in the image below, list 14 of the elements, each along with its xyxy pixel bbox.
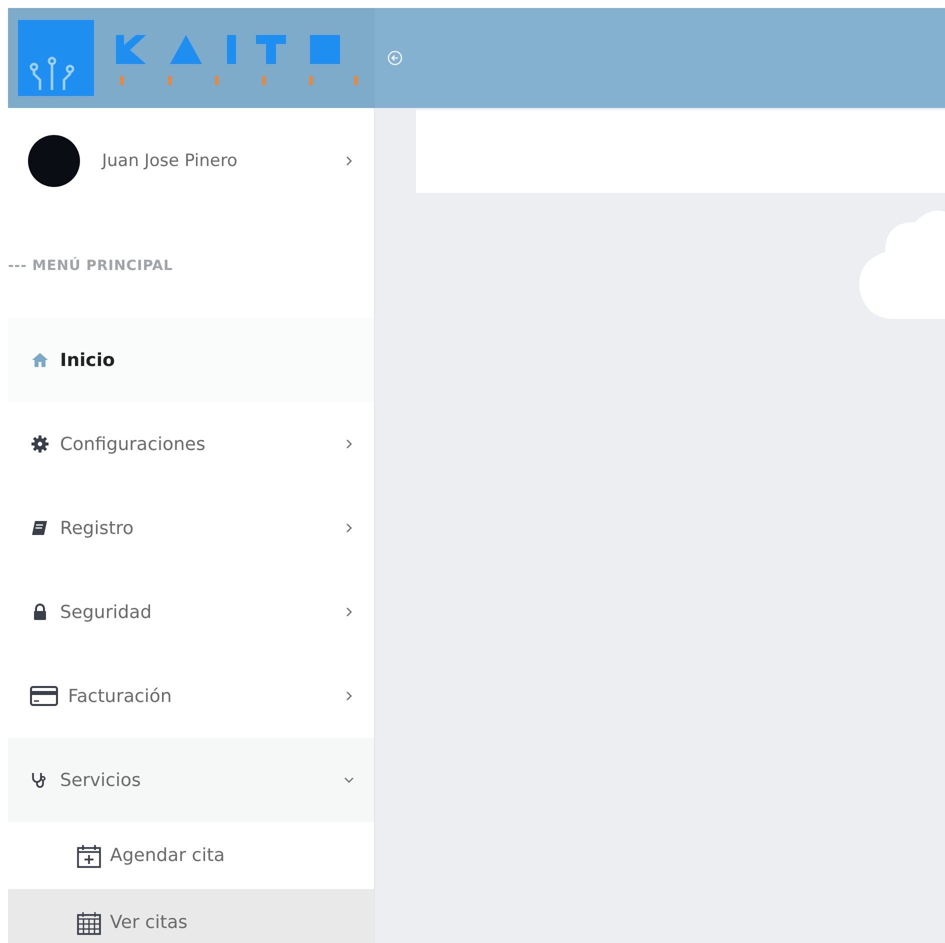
submenu-item[interactable]: Ver citas — [8, 889, 374, 943]
chevron-right-icon — [344, 156, 354, 166]
menu-item[interactable]: Servicios — [8, 738, 374, 822]
user-menu[interactable]: Juan Jose Pinero — [8, 108, 374, 213]
menu-item[interactable]: Inicio — [8, 318, 374, 402]
credit-card-icon — [30, 685, 58, 707]
book-icon — [30, 518, 50, 538]
calendar-icon — [76, 910, 102, 936]
avatar — [28, 134, 80, 186]
settings-icon — [30, 434, 50, 454]
menu-heading: --- MENÚ PRINCIPAL — [8, 256, 174, 276]
user-name: Juan Jose Pinero — [102, 150, 238, 170]
home-icon — [30, 350, 50, 370]
calendar-plus-icon — [76, 842, 102, 868]
